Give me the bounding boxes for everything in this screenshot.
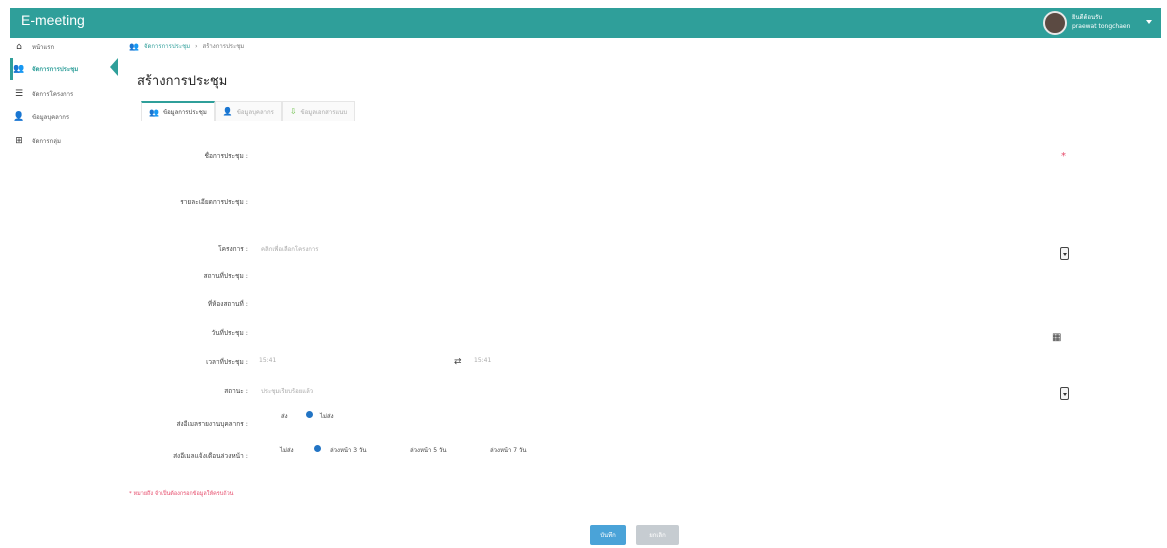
project-dropdown-button[interactable]	[1060, 247, 1069, 260]
sidebar-item-personnel[interactable]: 👤 ข้อมูลบุคลากร	[10, 108, 110, 126]
page-title: สร้างการประชุม	[137, 74, 228, 89]
welcome-text: ยินดีต้อนรับ	[1072, 14, 1103, 21]
sidebar: ⌂ หน้าแรก 👥 จัดการการประชุม ☰ จัดการโครง…	[10, 38, 110, 548]
tab-label: ข้อมูลบุคลากร	[236, 108, 274, 116]
users-icon: 👥	[129, 41, 139, 51]
user-icon: 👤	[13, 112, 25, 122]
reminder-option-7days[interactable]: ล่วงหน้า 7 วัน	[490, 445, 527, 455]
send-agenda-option-nosend[interactable]: ไม่ส่ง	[320, 411, 334, 421]
user-name: praewat tongchaen	[1072, 23, 1131, 30]
list-icon: ☰	[14, 89, 24, 99]
sidebar-item-label: ข้อมูลบุคลากร	[32, 114, 70, 121]
sidebar-item-label: จัดการการประชุม	[32, 66, 79, 73]
active-arrow-indicator	[110, 58, 118, 76]
sidebar-item-home[interactable]: ⌂ หน้าแรก	[10, 38, 110, 56]
breadcrumb: 👥 จัดการการประชุม › สร้างการประชุม	[129, 41, 244, 51]
tab-personnel[interactable]: 👤 ข้อมูลบุคลากร	[214, 101, 282, 121]
tab-label: ข้อมูลการประชุม	[162, 109, 207, 116]
status-select[interactable]: ประชุมเรียบร้อยแล้ว	[261, 386, 313, 396]
cancel-button[interactable]: ยกเลิก	[636, 525, 679, 545]
time-range-icon: ⇄	[454, 357, 462, 367]
calendar-icon[interactable]: ▦	[1052, 332, 1061, 343]
user-avatar[interactable]	[1043, 11, 1067, 35]
room-label: ที่ห้องสถานที่ :	[207, 300, 248, 308]
home-icon: ⌂	[16, 42, 22, 52]
reminder-radio-selected[interactable]	[314, 445, 321, 452]
status-label: สถานะ :	[224, 387, 248, 395]
user-menu[interactable]: ยินดีต้อนรับ praewat tongchaen	[1072, 13, 1130, 31]
users-icon: 👥	[149, 107, 159, 117]
user-icon: 👤	[222, 107, 233, 116]
time-start-input[interactable]: 15:41	[259, 357, 276, 364]
breadcrumb-current: สร้างการประชุม	[202, 43, 245, 50]
tab-label: ข้อมูลเอกสารแนบ	[300, 108, 348, 116]
users-icon: 👥	[13, 64, 25, 74]
sidebar-item-groups[interactable]: ⊞ จัดการกลุ่ม	[10, 132, 110, 150]
reminder-option-5days[interactable]: ล่วงหน้า 5 วัน	[410, 445, 447, 455]
send-agenda-radio-selected[interactable]	[306, 411, 313, 418]
time-label: เวลาที่ประชุม :	[206, 358, 248, 366]
plus-square-icon: ⊞	[15, 136, 23, 146]
meeting-name-label: ชื่อการประชุม :	[204, 152, 248, 160]
sidebar-item-label: หน้าแรก	[32, 44, 55, 51]
meeting-detail-label: รายละเอียดการประชุม :	[180, 198, 248, 206]
status-dropdown-button[interactable]	[1060, 387, 1069, 400]
sidebar-item-meetings[interactable]: 👥 จัดการการประชุม	[10, 60, 110, 78]
send-agenda-label: ส่งอีเมลรายงานบุคลากร :	[176, 420, 248, 428]
send-agenda-option-send[interactable]: ส่ง	[281, 411, 288, 421]
location-label: สถานที่ประชุม :	[203, 272, 248, 280]
required-mark: *	[1061, 151, 1066, 162]
project-label: โครงการ :	[218, 245, 248, 253]
tab-attachments[interactable]: ⇩ ข้อมูลเอกสารแนบ	[281, 101, 356, 121]
sidebar-item-projects[interactable]: ☰ จัดการโครงการ	[10, 85, 110, 103]
reminder-label: ส่งอีเมลแจ้งเตือนล่วงหน้า :	[173, 452, 248, 460]
date-label: วันที่ประชุม :	[211, 329, 248, 337]
sidebar-item-label: จัดการโครงการ	[32, 91, 74, 98]
form-tabs: 👥 ข้อมูลการประชุม 👤 ข้อมูลบุคลากร ⇩ ข้อม…	[141, 101, 356, 121]
reminder-option-3days[interactable]: ล่วงหน้า 3 วัน	[330, 445, 367, 455]
breadcrumb-parent[interactable]: จัดการการประชุม	[144, 41, 190, 51]
app-title[interactable]: E-meeting	[21, 12, 85, 28]
top-navbar: E-meeting ยินดีต้อนรับ praewat tongchaen	[10, 8, 1161, 38]
reminder-option-none[interactable]: ไม่ส่ง	[280, 445, 294, 455]
sidebar-item-label: จัดการกลุ่ม	[32, 138, 61, 145]
save-button[interactable]: บันทึก	[590, 525, 626, 545]
project-select[interactable]: คลิกเพื่อเลือกโครงการ	[261, 244, 319, 254]
chevron-down-icon[interactable]	[1146, 20, 1152, 24]
required-note: * หมายถึง จำเป็นต้องกรอกข้อมูลให้ครบถ้วน	[129, 491, 234, 497]
tab-meeting-info[interactable]: 👥 ข้อมูลการประชุม	[141, 101, 215, 121]
breadcrumb-separator: ›	[195, 42, 198, 50]
download-icon: ⇩	[289, 107, 297, 116]
time-end-input[interactable]: 15:41	[474, 357, 491, 364]
